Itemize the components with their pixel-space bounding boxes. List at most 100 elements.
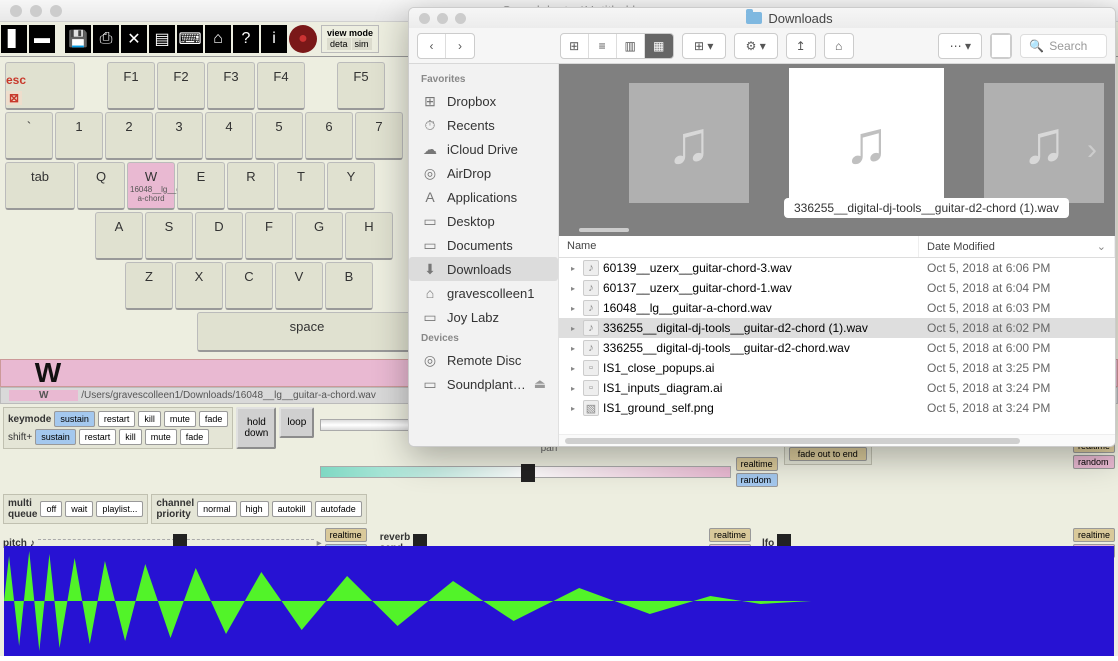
file-row[interactable]: ▸♪16048__lg__guitar-a-chord.wavOct 5, 20… [559, 298, 1115, 318]
file-row[interactable]: ▸▫IS1_close_popups.aiOct 5, 2018 at 3:25… [559, 358, 1115, 378]
forward-button[interactable]: › [446, 34, 474, 58]
reverb-realtime[interactable]: realtime [709, 528, 751, 542]
zoom-light[interactable] [50, 5, 62, 17]
view-gallery[interactable]: ▦ [645, 34, 673, 58]
key-x[interactable]: X [175, 262, 223, 310]
save-icon[interactable]: 💾 [65, 25, 91, 53]
record-icon[interactable]: ● [289, 25, 317, 53]
sidebar-item-airdrop[interactable]: ◎AirDrop [409, 161, 558, 185]
disclosure-triangle-icon[interactable]: ▸ [567, 324, 579, 333]
key-w[interactable]: W 16048__lg__guitar-a-chord [127, 162, 175, 210]
key-a[interactable]: A [95, 212, 143, 260]
back-button[interactable]: ‹ [418, 34, 446, 58]
key-f2[interactable]: F2 [157, 62, 205, 110]
key-2[interactable]: 2 [105, 112, 153, 160]
disclosure-triangle-icon[interactable]: ▸ [567, 344, 579, 353]
gallery-next-icon[interactable]: › [1087, 133, 1097, 167]
km-fade[interactable]: fade [199, 411, 229, 427]
fr-random[interactable]: random [1073, 455, 1115, 469]
cp-autokill[interactable]: autokill [272, 501, 312, 517]
key-d[interactable]: D [195, 212, 243, 260]
key-6[interactable]: 6 [305, 112, 353, 160]
sidebar-item-dropbox[interactable]: ⊞Dropbox [409, 89, 558, 113]
horiz-scrollbar[interactable] [559, 434, 1115, 446]
mq-wait[interactable]: wait [65, 501, 93, 517]
key-c[interactable]: C [225, 262, 273, 310]
key-q[interactable]: Q [77, 162, 125, 210]
disclosure-triangle-icon[interactable]: ▸ [567, 404, 579, 413]
dropbox-button[interactable]: ⋯ ▾ [939, 34, 981, 58]
sidebar-device-remote-disc[interactable]: ◎Remote Disc [409, 348, 558, 372]
disclosure-triangle-icon[interactable]: ▸ [567, 284, 579, 293]
keyboard-icon[interactable]: ⌨ [177, 25, 203, 53]
key-b[interactable]: B [325, 262, 373, 310]
sidebar-item-desktop[interactable]: ▭Desktop [409, 209, 558, 233]
key-g[interactable]: G [295, 212, 343, 260]
disclosure-triangle-icon[interactable]: ▸ [567, 264, 579, 273]
file-row[interactable]: ▸♪336255__digital-dj-tools__guitar-d2-ch… [559, 338, 1115, 358]
km-sustain[interactable]: sustain [54, 411, 95, 427]
loop-button[interactable]: loop [279, 407, 314, 438]
km-restart[interactable]: restart [98, 411, 136, 427]
sidebar-item-gravescolleen1[interactable]: ⌂gravescolleen1 [409, 281, 558, 305]
key-space[interactable]: space [197, 312, 417, 352]
empty-button[interactable] [991, 34, 1011, 58]
pan-slider[interactable] [320, 466, 730, 478]
key-backtick[interactable]: ` [5, 112, 53, 160]
disclosure-triangle-icon[interactable]: ▸ [567, 304, 579, 313]
key-4[interactable]: 4 [205, 112, 253, 160]
eject-icon[interactable]: ⏏ [534, 376, 546, 392]
preview-thumb-next[interactable]: ♫ [984, 83, 1104, 203]
save-as-icon[interactable]: ⎙ [93, 25, 119, 53]
home-icon[interactable]: ⌂ [205, 25, 231, 53]
view-icons[interactable]: ⊞ [561, 34, 589, 58]
finder-close[interactable] [419, 13, 430, 24]
km-s-fade[interactable]: fade [180, 429, 210, 445]
key-1[interactable]: 1 [55, 112, 103, 160]
km-s-sustain[interactable]: sustain [35, 429, 76, 445]
file-row[interactable]: ▸▫IS1_inputs_diagram.aiOct 5, 2018 at 3:… [559, 378, 1115, 398]
view-mode-detail[interactable]: deta [327, 38, 351, 50]
key-e[interactable]: E [177, 162, 225, 210]
file-row[interactable]: ▸♪336255__digital-dj-tools__guitar-d2-ch… [559, 318, 1115, 338]
key-f3[interactable]: F3 [207, 62, 255, 110]
lfo-realtime[interactable]: realtime [1073, 528, 1115, 542]
cp-high[interactable]: high [240, 501, 269, 517]
file-row[interactable]: ▸♪60139__uzerx__guitar-chord-3.wavOct 5,… [559, 258, 1115, 278]
key-f4[interactable]: F4 [257, 62, 305, 110]
sidebar-item-recents[interactable]: ⏱Recents [409, 113, 558, 137]
sidebar-item-downloads[interactable]: ⬇Downloads [409, 257, 558, 281]
km-kill[interactable]: kill [138, 411, 161, 427]
info-icon[interactable]: i [261, 25, 287, 53]
help-icon[interactable]: ? [233, 25, 259, 53]
sidebar-item-joy-labz[interactable]: ▭Joy Labz [409, 305, 558, 329]
col-date[interactable]: Date Modified⌄ [919, 236, 1115, 257]
key-s[interactable]: S [145, 212, 193, 260]
action-button[interactable]: ⚙ ▾ [735, 34, 777, 58]
cp-autofade[interactable]: autofade [315, 501, 362, 517]
key-r[interactable]: R [227, 162, 275, 210]
disclosure-triangle-icon[interactable]: ▸ [567, 364, 579, 373]
key-t[interactable]: T [277, 162, 325, 210]
key-f[interactable]: F [245, 212, 293, 260]
view-mode-simple[interactable]: sim [352, 38, 372, 50]
sidebar-item-icloud-drive[interactable]: ☁iCloud Drive [409, 137, 558, 161]
key-3[interactable]: 3 [155, 112, 203, 160]
new-doc-icon[interactable]: ▋ [1, 25, 27, 53]
hold-down-button[interactable]: hold down [236, 407, 276, 449]
close-light[interactable] [10, 5, 22, 17]
key-tab[interactable]: tab [5, 162, 75, 210]
km-s-kill[interactable]: kill [119, 429, 142, 445]
finder-min[interactable] [437, 13, 448, 24]
waveform-display[interactable] [4, 546, 1114, 656]
fade-out-toggle[interactable]: fade out to end [789, 447, 867, 461]
disclosure-triangle-icon[interactable]: ▸ [567, 384, 579, 393]
finder-search[interactable]: 🔍 Search [1020, 34, 1107, 58]
km-s-restart[interactable]: restart [79, 429, 117, 445]
key-z[interactable]: Z [125, 262, 173, 310]
min-light[interactable] [30, 5, 42, 17]
file-row[interactable]: ▸♪60137__uzerx__guitar-chord-1.wavOct 5,… [559, 278, 1115, 298]
preview-thumb-prev[interactable]: ♫ [629, 83, 749, 203]
file-row[interactable]: ▸▧IS1_ground_self.pngOct 5, 2018 at 3:24… [559, 398, 1115, 418]
finder-zoom[interactable] [455, 13, 466, 24]
